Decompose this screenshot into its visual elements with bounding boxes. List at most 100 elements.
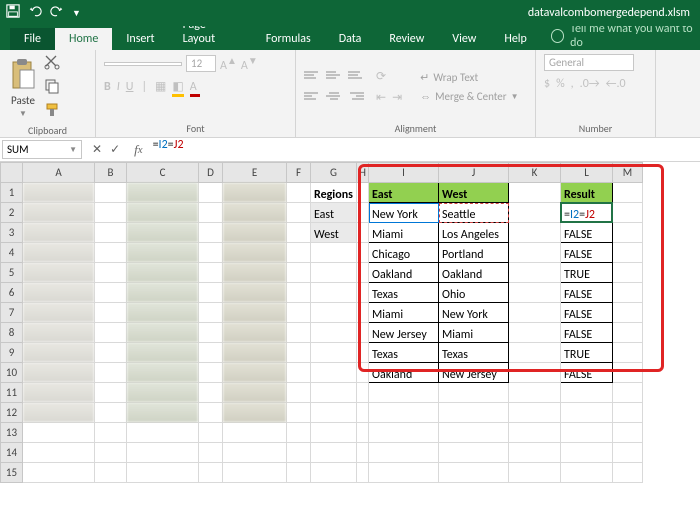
cell[interactable] xyxy=(95,343,127,363)
col-header[interactable]: B xyxy=(95,163,127,183)
cell[interactable] xyxy=(199,343,223,363)
cell[interactable] xyxy=(287,323,311,343)
border-icon[interactable]: ▦ xyxy=(155,79,166,94)
cell[interactable] xyxy=(561,403,613,423)
cell[interactable]: Oakland xyxy=(439,263,509,283)
cell[interactable] xyxy=(509,323,561,343)
cell[interactable]: Miami xyxy=(439,323,509,343)
cell[interactable]: East xyxy=(311,203,357,223)
cell[interactable] xyxy=(509,243,561,263)
cell[interactable]: FALSE xyxy=(561,283,613,303)
cell[interactable] xyxy=(199,363,223,383)
cell[interactable] xyxy=(311,463,357,483)
col-header[interactable]: G xyxy=(311,163,357,183)
cell[interactable]: FALSE xyxy=(561,363,613,383)
cell[interactable] xyxy=(613,263,643,283)
cell[interactable] xyxy=(311,323,357,343)
cell[interactable]: West xyxy=(311,223,357,243)
tab-formulas[interactable]: Formulas xyxy=(252,28,325,50)
cell[interactable] xyxy=(127,363,199,383)
cell[interactable] xyxy=(311,383,357,403)
cell[interactable] xyxy=(23,383,95,403)
cell[interactable] xyxy=(357,243,369,263)
cell[interactable] xyxy=(23,343,95,363)
cell[interactable] xyxy=(199,283,223,303)
cell[interactable] xyxy=(439,403,509,423)
cell[interactable] xyxy=(509,343,561,363)
cell[interactable] xyxy=(23,463,95,483)
qat-dropdown-icon[interactable]: ▼ xyxy=(72,8,81,19)
cell[interactable] xyxy=(95,183,127,203)
font-name-combo[interactable] xyxy=(104,62,182,66)
cell[interactable] xyxy=(613,303,643,323)
cell[interactable]: Miami xyxy=(369,303,439,323)
cell[interactable] xyxy=(127,463,199,483)
increase-decimal-icon[interactable]: .0→ xyxy=(580,77,600,91)
cell[interactable] xyxy=(357,463,369,483)
cell[interactable] xyxy=(95,303,127,323)
cell[interactable]: New Jersey xyxy=(439,363,509,383)
cell[interactable] xyxy=(613,443,643,463)
cell[interactable] xyxy=(311,343,357,363)
cell[interactable]: Texas xyxy=(439,343,509,363)
cancel-formula-icon[interactable]: ✕ xyxy=(92,142,102,157)
cell[interactable] xyxy=(95,223,127,243)
cell[interactable] xyxy=(95,203,127,223)
cell[interactable] xyxy=(127,303,199,323)
row-header[interactable]: 9 xyxy=(1,343,23,363)
tab-data[interactable]: Data xyxy=(325,28,376,50)
redo-icon[interactable] xyxy=(50,4,64,22)
cell[interactable] xyxy=(127,323,199,343)
cell[interactable]: New York xyxy=(369,203,439,223)
cell[interactable] xyxy=(287,343,311,363)
cell[interactable] xyxy=(23,363,95,383)
row-header[interactable]: 14 xyxy=(1,443,23,463)
cell[interactable] xyxy=(127,183,199,203)
cell[interactable] xyxy=(613,463,643,483)
cell[interactable] xyxy=(287,363,311,383)
font-size-combo[interactable]: 12 xyxy=(186,55,216,72)
cell[interactable] xyxy=(311,263,357,283)
cell[interactable] xyxy=(223,263,287,283)
cell[interactable] xyxy=(127,403,199,423)
cell[interactable]: Los Angeles xyxy=(439,223,509,243)
cell[interactable]: FALSE xyxy=(561,243,613,263)
cell[interactable] xyxy=(357,303,369,323)
col-header[interactable]: L xyxy=(561,163,613,183)
cell[interactable] xyxy=(223,383,287,403)
cell[interactable] xyxy=(613,183,643,203)
cell[interactable] xyxy=(613,203,643,223)
cell[interactable]: Miami xyxy=(369,223,439,243)
cell[interactable] xyxy=(357,263,369,283)
cell[interactable] xyxy=(23,283,95,303)
orientation-icon[interactable]: ⟳ xyxy=(376,69,386,84)
cell[interactable] xyxy=(199,443,223,463)
tab-view[interactable]: View xyxy=(438,28,490,50)
cell[interactable] xyxy=(357,223,369,243)
worksheet-grid[interactable]: A B C D E F G H I J K L M 1 Regions East… xyxy=(0,162,700,483)
select-all-corner[interactable] xyxy=(1,163,23,183)
cell[interactable] xyxy=(127,383,199,403)
cell[interactable] xyxy=(613,223,643,243)
cell[interactable] xyxy=(357,443,369,463)
cell[interactable] xyxy=(95,283,127,303)
tab-review[interactable]: Review xyxy=(375,28,438,50)
cell[interactable] xyxy=(287,443,311,463)
cell[interactable] xyxy=(23,243,95,263)
col-header[interactable]: K xyxy=(509,163,561,183)
cell[interactable]: Regions xyxy=(311,183,357,203)
cell[interactable]: TRUE xyxy=(561,263,613,283)
cell[interactable] xyxy=(223,343,287,363)
cell[interactable]: FALSE xyxy=(561,323,613,343)
cut-icon[interactable] xyxy=(44,54,60,74)
cell[interactable] xyxy=(95,243,127,263)
comma-format-icon[interactable]: , xyxy=(571,77,574,91)
cell[interactable] xyxy=(369,463,439,483)
cell[interactable] xyxy=(127,203,199,223)
number-format-combo[interactable]: General xyxy=(544,54,634,71)
cell[interactable] xyxy=(509,443,561,463)
col-header[interactable]: C xyxy=(127,163,199,183)
cell[interactable] xyxy=(439,423,509,443)
cell[interactable] xyxy=(223,183,287,203)
cell[interactable] xyxy=(369,383,439,403)
